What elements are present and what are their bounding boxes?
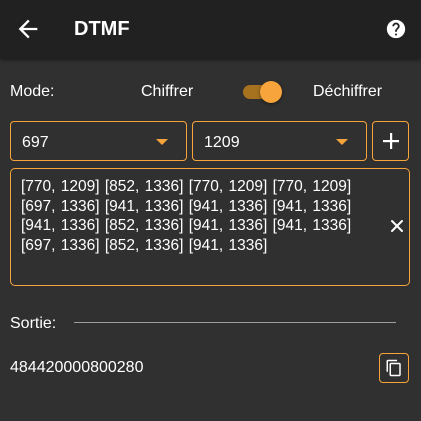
close-icon: [391, 220, 403, 232]
mode-toggle[interactable]: [243, 81, 282, 103]
caret-down-icon: [156, 139, 168, 145]
page-title: DTMF: [74, 18, 130, 40]
high-frequency-value: 1209: [204, 134, 240, 151]
toggle-thumb: [260, 81, 282, 103]
add-tone-button[interactable]: [372, 121, 409, 161]
low-frequency-dropdown[interactable]: 697: [10, 121, 187, 161]
mode-label: Mode:: [10, 83, 55, 100]
mode-option-decipher[interactable]: Déchiffrer: [313, 83, 382, 101]
mode-option-cipher[interactable]: Chiffrer: [141, 83, 193, 101]
high-frequency-dropdown[interactable]: 1209: [192, 121, 367, 161]
help-button[interactable]: [385, 18, 407, 40]
copy-icon: [386, 359, 401, 377]
back-button[interactable]: [14, 15, 42, 43]
input-text[interactable]: [770, 1209] [852, 1336] [770, 1209] [770…: [21, 177, 373, 255]
plus-icon: [383, 133, 399, 149]
caret-down-icon: [336, 139, 348, 145]
output-label: Sortie:: [10, 315, 57, 332]
output-divider: [74, 322, 396, 323]
input-field[interactable]: [770, 1209] [852, 1336] [770, 1209] [770…: [10, 168, 410, 286]
app-bar: DTMF: [0, 0, 421, 58]
help-circle-icon: [386, 19, 406, 39]
arrow-left-icon: [18, 19, 38, 39]
low-frequency-value: 697: [22, 134, 49, 151]
clear-input-button[interactable]: [388, 217, 406, 235]
dtmf-screen: DTMF Mode: Chiffrer Déchiffrer 697 1209 …: [0, 0, 421, 421]
output-value: 484420000800280: [10, 359, 144, 376]
copy-output-button[interactable]: [379, 353, 409, 383]
